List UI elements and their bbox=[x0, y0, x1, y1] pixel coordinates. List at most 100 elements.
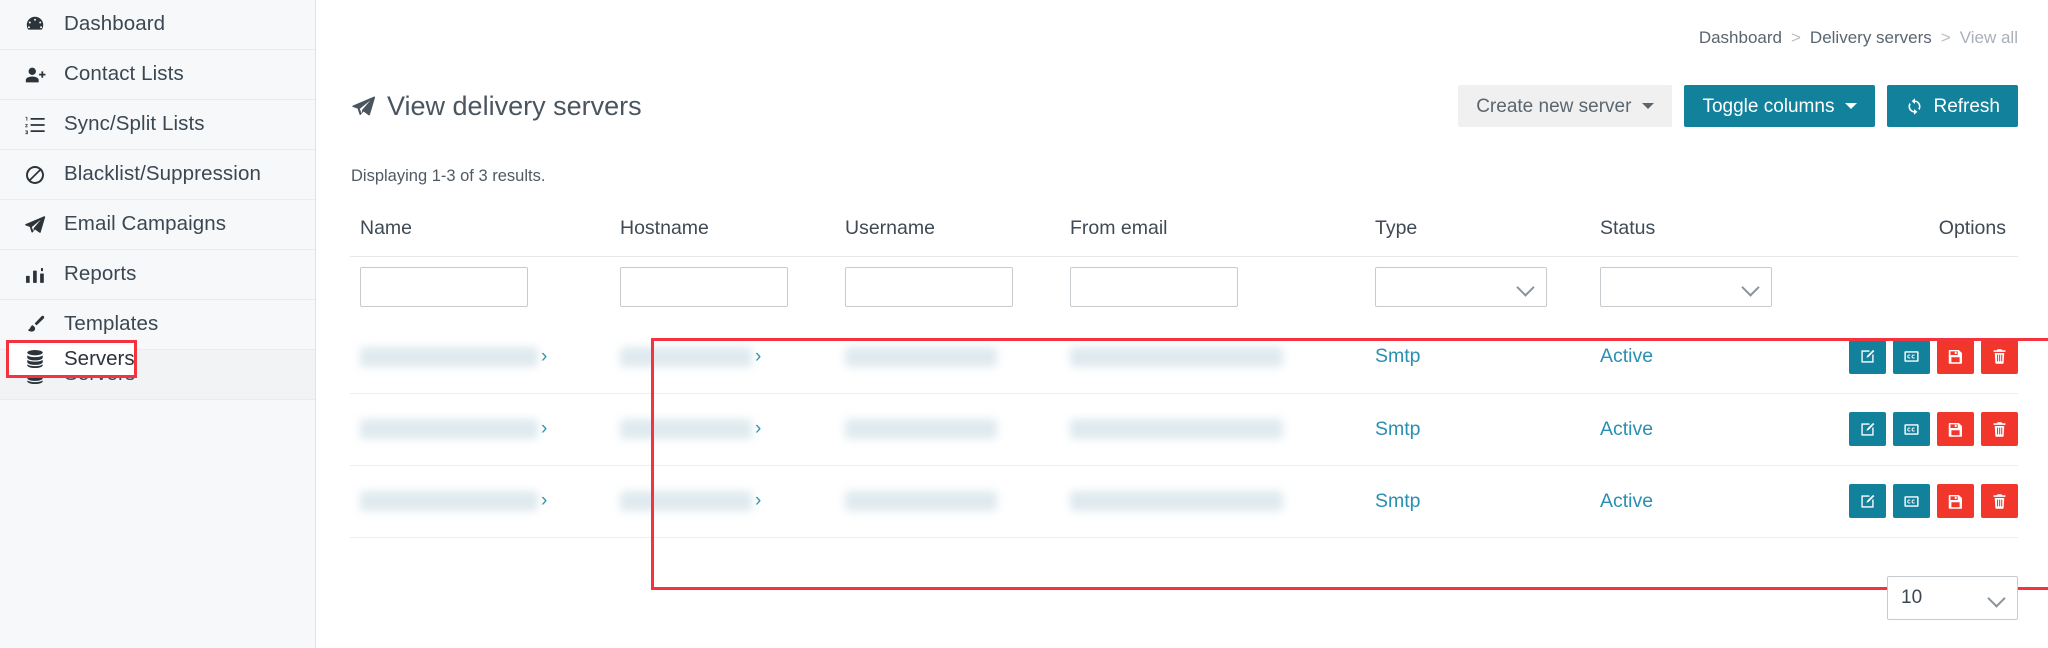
cell-name: › bbox=[350, 321, 610, 394]
ban-icon bbox=[22, 163, 48, 187]
database-icon bbox=[22, 347, 48, 371]
breadcrumb-separator: > bbox=[1940, 28, 1951, 47]
refresh-icon bbox=[1905, 97, 1924, 116]
edit-row-button[interactable] bbox=[1849, 484, 1886, 518]
sidebar-item-label: Reports bbox=[64, 262, 137, 286]
sidebar-item-label: Sync/Split Lists bbox=[64, 112, 205, 136]
sidebar-item-dashboard[interactable]: Dashboard bbox=[0, 0, 315, 50]
floppy-disk-icon bbox=[1947, 348, 1964, 365]
chevron-down-icon bbox=[1987, 589, 2006, 608]
create-new-server-button[interactable]: Create new server bbox=[1458, 85, 1673, 127]
table-header-row: Name Hostname Username From email Type Status… bbox=[350, 205, 2018, 257]
toggle-columns-button[interactable]: Toggle columns bbox=[1684, 85, 1876, 127]
server-name-link[interactable]: › bbox=[360, 490, 547, 512]
chevron-right-icon: › bbox=[541, 418, 548, 440]
filter-cell-name bbox=[350, 257, 610, 322]
table-filter-row bbox=[350, 257, 2018, 322]
breadcrumb: Dashboard > Delivery servers > View all bbox=[1699, 28, 2018, 48]
server-name-link[interactable]: › bbox=[360, 418, 547, 440]
filter-select-status[interactable] bbox=[1600, 267, 1772, 307]
server-name-link[interactable]: › bbox=[360, 345, 547, 368]
cell-type: Smtp bbox=[1365, 465, 1590, 538]
column-header-name[interactable]: Name bbox=[350, 205, 610, 257]
breadcrumb-item-delivery-servers[interactable]: Delivery servers bbox=[1810, 28, 1932, 48]
server-hostname-link[interactable]: › bbox=[620, 490, 761, 512]
filter-input-name[interactable] bbox=[360, 267, 528, 307]
refresh-button[interactable]: Refresh bbox=[1887, 85, 2018, 127]
redacted-value bbox=[1070, 347, 1283, 368]
server-type-link[interactable]: Smtp bbox=[1375, 345, 1421, 367]
cc-box-icon bbox=[1903, 348, 1920, 365]
column-header-options[interactable]: Options bbox=[1835, 205, 2018, 257]
column-header-type[interactable]: Type bbox=[1365, 205, 1590, 257]
row-action-buttons bbox=[1849, 339, 2018, 374]
cell-username bbox=[835, 393, 1060, 466]
edit-row-button[interactable] bbox=[1849, 412, 1886, 446]
column-header-status[interactable]: Status bbox=[1590, 205, 1835, 257]
sidebar-item-servers-highlighted[interactable]: Servers bbox=[6, 340, 137, 378]
cell-hostname: › bbox=[610, 321, 835, 394]
server-status-link[interactable]: Active bbox=[1600, 345, 1653, 367]
clone-row-button[interactable] bbox=[1893, 412, 1930, 446]
save-row-button[interactable] bbox=[1937, 339, 1974, 374]
trash-icon bbox=[1991, 348, 2008, 365]
save-row-button[interactable] bbox=[1937, 412, 1974, 446]
servers-table-wrap: Name Hostname Username From email Type Status… bbox=[350, 205, 2018, 538]
row-action-buttons bbox=[1849, 412, 2018, 446]
app-root: Dashboard Contact Lists Sync/Split Lists Bl… bbox=[0, 0, 2048, 648]
cell-name: › bbox=[350, 465, 610, 538]
server-type-link[interactable]: Smtp bbox=[1375, 418, 1421, 440]
filter-input-hostname[interactable] bbox=[620, 267, 788, 307]
delivery-servers-table: Name Hostname Username From email Type Status… bbox=[350, 205, 2018, 538]
column-header-username[interactable]: Username bbox=[835, 205, 1060, 257]
chevron-down-icon bbox=[1741, 278, 1760, 297]
filter-input-username[interactable] bbox=[845, 267, 1013, 307]
filter-input-fromemail[interactable] bbox=[1070, 267, 1238, 307]
cell-status: Active bbox=[1590, 321, 1835, 394]
breadcrumb-item-dashboard[interactable]: Dashboard bbox=[1699, 28, 1782, 48]
filter-cell-type bbox=[1365, 257, 1590, 322]
sidebar-item-contact-lists[interactable]: Contact Lists bbox=[0, 50, 315, 100]
column-header-fromemail[interactable]: From email bbox=[1060, 205, 1365, 257]
edit-row-button[interactable] bbox=[1849, 339, 1886, 374]
cell-hostname: › bbox=[610, 465, 835, 538]
floppy-disk-icon bbox=[1947, 493, 1964, 510]
sidebar-item-sync-split-lists[interactable]: Sync/Split Lists bbox=[0, 100, 315, 150]
redacted-value bbox=[845, 419, 997, 440]
server-type-link[interactable]: Smtp bbox=[1375, 490, 1421, 512]
cell-status: Active bbox=[1590, 393, 1835, 466]
sidebar-item-reports[interactable]: Reports bbox=[0, 250, 315, 300]
sidebar-item-email-campaigns[interactable]: Email Campaigns bbox=[0, 200, 315, 250]
chevron-right-icon: › bbox=[755, 418, 762, 440]
server-hostname-link[interactable]: › bbox=[620, 345, 761, 368]
table-row: › › Smtp Active bbox=[350, 465, 2018, 538]
server-hostname-link[interactable]: › bbox=[620, 418, 761, 440]
server-status-link[interactable]: Active bbox=[1600, 490, 1653, 512]
redacted-value bbox=[620, 419, 752, 440]
save-row-button[interactable] bbox=[1937, 484, 1974, 518]
pencil-square-icon bbox=[1859, 348, 1876, 365]
clone-row-button[interactable] bbox=[1893, 484, 1930, 518]
sidebar-item-label: Templates bbox=[64, 312, 159, 336]
page-size-select[interactable]: 10 bbox=[1887, 576, 2018, 620]
delete-row-button[interactable] bbox=[1981, 339, 2018, 374]
floppy-disk-icon bbox=[1947, 421, 1964, 438]
delete-row-button[interactable] bbox=[1981, 484, 2018, 518]
cell-name: › bbox=[350, 393, 610, 466]
paper-plane-icon bbox=[22, 213, 48, 237]
caret-down-icon bbox=[1845, 103, 1858, 109]
filter-select-type[interactable] bbox=[1375, 267, 1547, 307]
sidebar-item-blacklist-suppression[interactable]: Blacklist/Suppression bbox=[0, 150, 315, 200]
cell-username bbox=[835, 465, 1060, 538]
server-status-link[interactable]: Active bbox=[1600, 418, 1653, 440]
column-header-hostname[interactable]: Hostname bbox=[610, 205, 835, 257]
paper-plane-icon bbox=[351, 94, 376, 119]
cell-options bbox=[1835, 465, 2018, 538]
redacted-value bbox=[1070, 491, 1283, 512]
delete-row-button[interactable] bbox=[1981, 412, 2018, 446]
row-action-buttons bbox=[1849, 484, 2018, 518]
sidebar-item-label: Dashboard bbox=[64, 12, 166, 36]
page-title: View delivery servers bbox=[351, 91, 642, 122]
clone-row-button[interactable] bbox=[1893, 339, 1930, 374]
chevron-down-icon bbox=[1516, 278, 1535, 297]
